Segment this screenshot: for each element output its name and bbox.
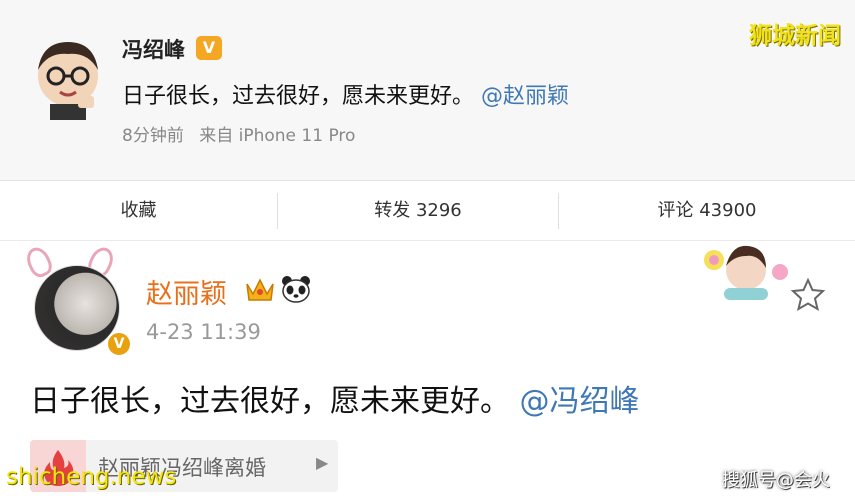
action-bar: 收藏 转发 3296 评论 43900 <box>0 180 855 241</box>
post-text: 日子很长，过去很好，愿未来更好。 @冯绍峰 <box>30 376 640 420</box>
avatar-frame[interactable]: V <box>18 243 132 357</box>
weibo-post-feng: 冯绍峰 V 日子很长，过去很好，愿未来更好。 @赵丽颖 8分钟前 来自 iPho… <box>0 0 855 180</box>
favorite-button[interactable]: 收藏 <box>0 181 277 241</box>
crown-icon <box>246 278 274 301</box>
post-body: 日子很长，过去很好，愿未来更好。 <box>30 384 510 419</box>
post-meta: 8分钟前 来自 iPhone 11 Pro <box>122 121 355 146</box>
post-time: 4-23 11:39 <box>146 320 261 344</box>
chevron-right-icon: ▶ <box>316 453 329 472</box>
mention-link[interactable]: @赵丽颖 <box>481 84 569 109</box>
author-name[interactable]: 赵丽颖 <box>146 272 227 311</box>
cartoon-avatar-icon[interactable] <box>28 36 108 120</box>
mention-link[interactable]: @冯绍峰 <box>520 384 640 419</box>
watermark-bottom-left: shicheng.news <box>6 464 177 490</box>
post-source: 来自 iPhone 11 Pro <box>199 126 356 146</box>
post-text: 日子很长，过去很好，愿未来更好。 @赵丽颖 <box>122 78 569 110</box>
star-icon[interactable] <box>790 277 826 313</box>
post-body: 日子很长，过去很好，愿未来更好。 <box>122 84 475 109</box>
author-name[interactable]: 冯绍峰 <box>122 34 185 64</box>
post-time: 8分钟前 <box>122 126 184 146</box>
verified-badge-icon: V <box>106 331 132 357</box>
weibo-post-zhao: V 赵丽颖 4-23 11:39 日子很长，过去很好，愿未来更好。 @冯绍峰 赵… <box>0 242 855 499</box>
verified-badge-icon: V <box>196 36 222 60</box>
panda-icon <box>282 276 310 303</box>
watermark-bottom-right: 搜狐号@会火 <box>722 470 830 491</box>
repost-button[interactable]: 转发 3296 <box>278 181 558 241</box>
watermark-top-right: 狮城新闻 <box>749 23 841 49</box>
decorative-sticker-icon <box>704 245 788 300</box>
comment-button[interactable]: 评论 43900 <box>559 181 855 241</box>
